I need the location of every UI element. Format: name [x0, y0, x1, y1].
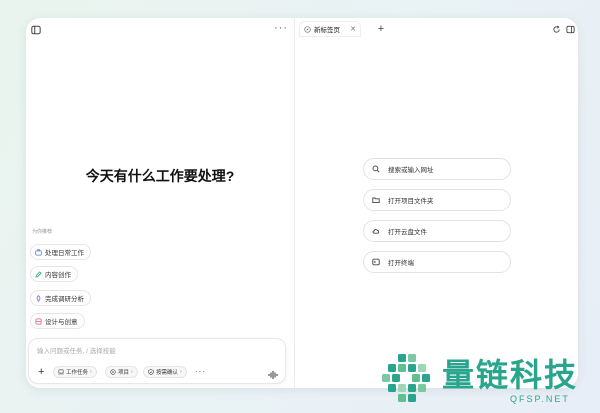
- more-options-icon[interactable]: ···: [274, 22, 288, 34]
- search-icon: [372, 165, 380, 173]
- tab-label: 新标签页: [314, 27, 340, 34]
- confirm-selector[interactable]: 按需确认 ›: [143, 366, 187, 378]
- chevron-down-icon: ›: [180, 369, 182, 375]
- suggestion-research[interactable]: 完成调研分析: [30, 290, 91, 306]
- cloud-icon: [372, 229, 380, 234]
- suggestion-label: 处理日常工作: [45, 250, 84, 257]
- watermark: 量链科技 QFSP.NET: [380, 350, 596, 410]
- suggestion-label: 内容创作: [45, 272, 71, 279]
- tab-new-tab[interactable]: 新标签页 ✕: [299, 21, 361, 37]
- new-tab-icon[interactable]: +: [375, 23, 387, 35]
- more-tools-icon[interactable]: ···: [195, 367, 206, 376]
- suggestion-label: 设计与创意: [45, 319, 78, 326]
- sidebar-toggle-icon[interactable]: [30, 24, 42, 36]
- project-selector[interactable]: 项目 ›: [105, 366, 138, 378]
- add-attachment-button[interactable]: +: [38, 367, 44, 378]
- suggestions-caption: 为你推荐: [32, 229, 53, 235]
- laptop-icon: [58, 369, 64, 375]
- watermark-logo-icon: [382, 354, 430, 402]
- rocket-icon: [36, 294, 41, 302]
- project-label: 项目: [118, 370, 130, 376]
- briefcase-icon: [35, 248, 42, 256]
- suggestion-daily-work[interactable]: 处理日常工作: [30, 244, 91, 260]
- chevron-down-icon: ›: [131, 369, 133, 375]
- refresh-icon[interactable]: [551, 24, 561, 34]
- suggestion-content-creation[interactable]: 内容创作: [30, 266, 78, 282]
- voice-input-icon[interactable]: [267, 367, 279, 379]
- watermark-title: 量链科技: [442, 356, 579, 394]
- chat-pane: ··· 今天有什么工作要处理? 为你推荐 处理日常工作 内容创作 完成调研分析 …: [26, 18, 294, 388]
- app-window: ··· 今天有什么工作要处理? 为你推荐 处理日常工作 内容创作 完成调研分析 …: [26, 18, 578, 388]
- search-url-button[interactable]: 搜索或输入网址: [363, 158, 511, 180]
- folder-icon: [372, 197, 380, 204]
- compass-icon: [304, 25, 311, 33]
- action-label: 打开终端: [388, 260, 414, 267]
- prompt-input[interactable]: [37, 345, 267, 357]
- chat-composer: + 工作任务 › 项目 › 按需确认 › ···: [28, 338, 286, 384]
- pen-icon: [35, 270, 42, 278]
- terminal-icon: [372, 258, 380, 266]
- project-icon: [110, 369, 116, 375]
- mode-label: 工作任务: [66, 370, 89, 376]
- chevron-down-icon: ›: [90, 369, 92, 375]
- action-label: 打开云盘文件: [388, 229, 427, 236]
- shield-check-icon: [148, 369, 154, 375]
- open-cloud-file-button[interactable]: 打开云盘文件: [363, 220, 511, 242]
- page-title: 今天有什么工作要处理?: [85, 168, 235, 184]
- mode-selector[interactable]: 工作任务 ›: [53, 366, 97, 378]
- suggestion-label: 完成调研分析: [45, 296, 84, 303]
- palette-icon: [35, 317, 42, 325]
- confirm-label: 按需确认: [156, 370, 179, 376]
- action-label: 打开项目文件夹: [388, 198, 434, 205]
- open-terminal-button[interactable]: 打开终端: [363, 251, 511, 273]
- watermark-subtitle: QFSP.NET: [510, 394, 570, 404]
- browser-pane: 新标签页 ✕ + 搜索或输入网址 打开项目文件夹 打开云盘文件 打开终端: [295, 18, 578, 388]
- suggestion-design[interactable]: 设计与创意: [30, 313, 85, 329]
- close-icon[interactable]: ✕: [350, 25, 356, 33]
- split-view-icon[interactable]: [565, 24, 575, 34]
- action-label: 搜索或输入网址: [388, 167, 434, 174]
- open-project-folder-button[interactable]: 打开项目文件夹: [363, 189, 511, 211]
